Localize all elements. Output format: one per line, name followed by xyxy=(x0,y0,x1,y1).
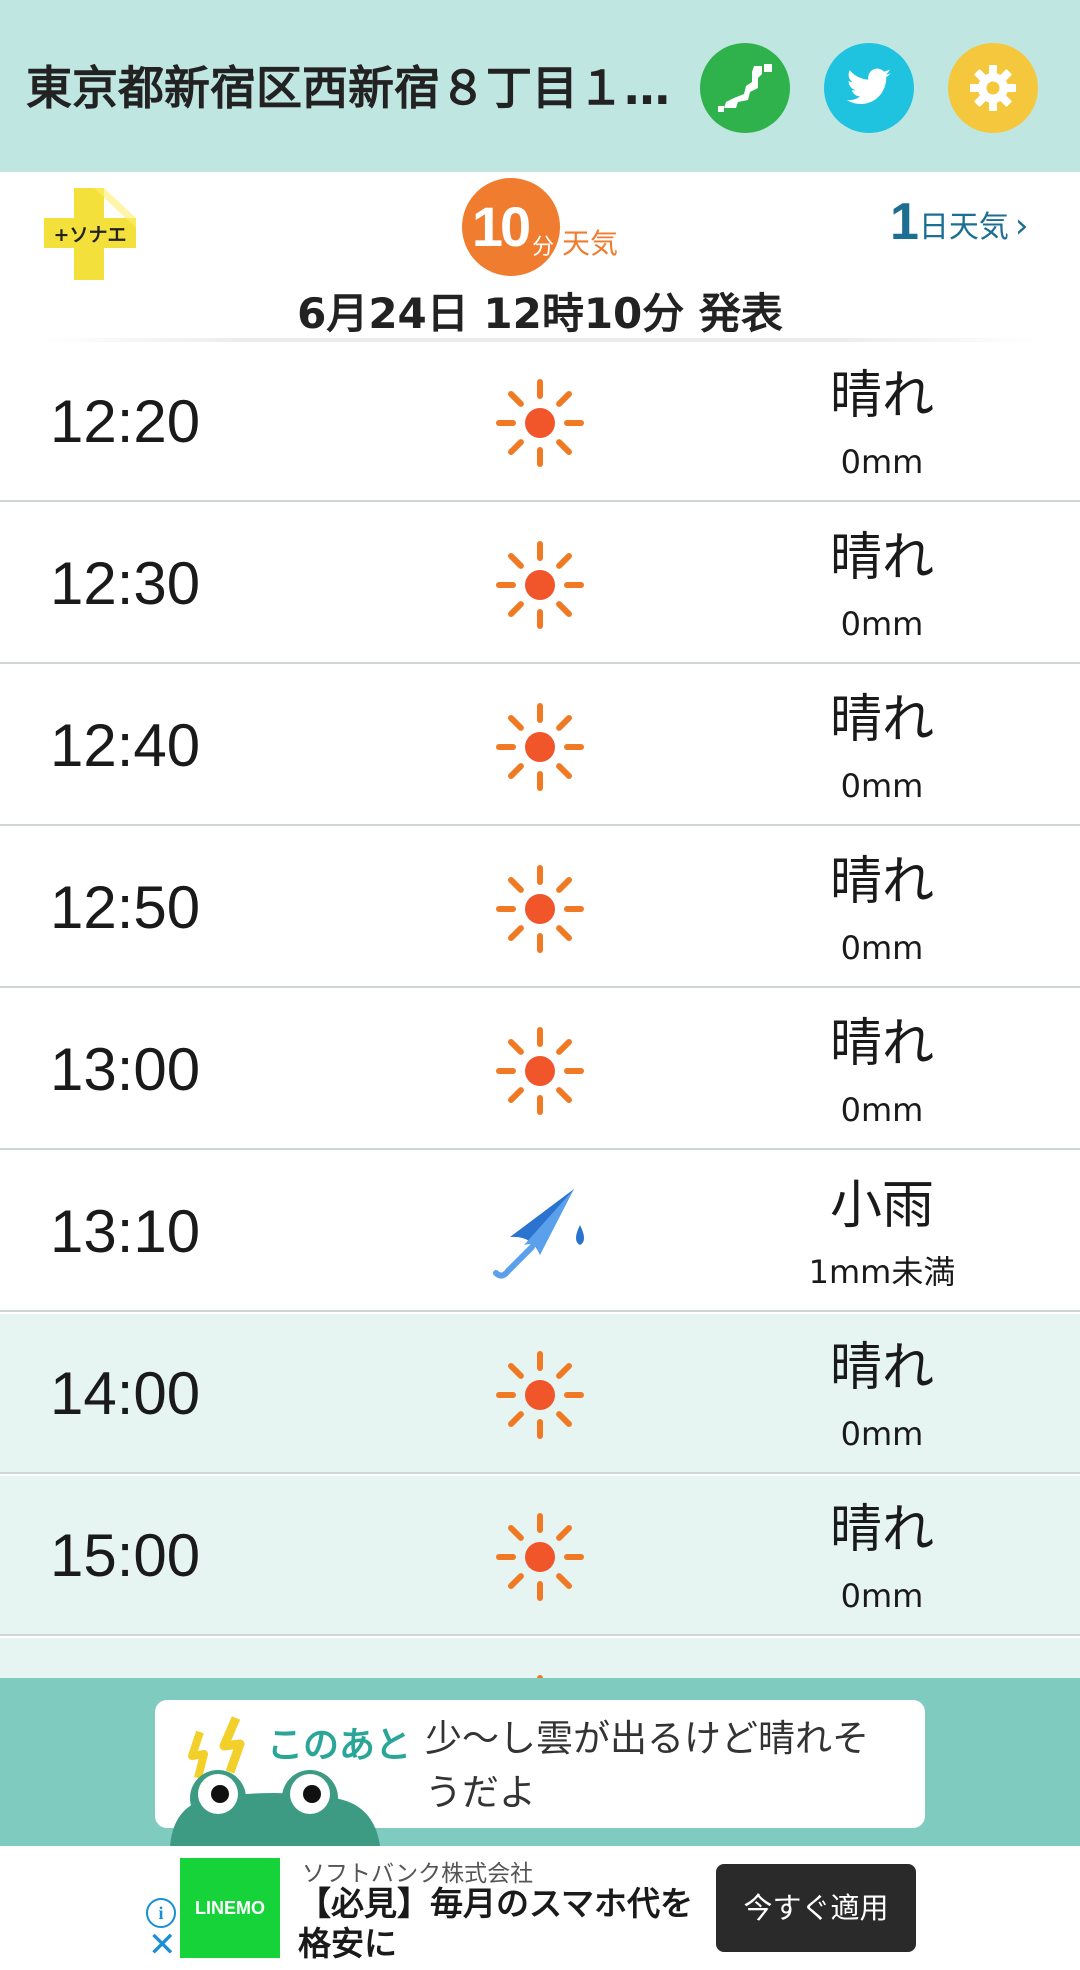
forecast-condition: 晴れ xyxy=(829,852,934,912)
forecast-precipitation: 0mm xyxy=(840,443,924,481)
forecast-precipitation: 0mm xyxy=(840,1091,924,1129)
forecast-precipitation: 0mm xyxy=(840,1577,924,1615)
app-header: 東京都新宿区西新宿８丁目１… xyxy=(0,0,1080,172)
gear-icon xyxy=(970,65,1016,111)
forecast-time: 13:00 xyxy=(50,1036,201,1103)
forecast-precipitation: 1mm未満 xyxy=(808,1253,956,1291)
sun-icon xyxy=(492,1023,588,1119)
forecast-row: 12:40 晴れ 0mm xyxy=(0,666,1080,826)
location-title[interactable]: 東京都新宿区西新宿８丁目１… xyxy=(26,48,696,128)
forecast-condition: 小雨 xyxy=(829,1176,934,1236)
badge-suffix: 天気 xyxy=(562,227,619,260)
badge-unit: 分 xyxy=(532,234,555,259)
ten-minute-badge: 10 分 xyxy=(462,178,560,276)
forecast-row: 13:10 小雨 1mm未満 xyxy=(0,1152,1080,1312)
forecast-condition: 晴れ xyxy=(829,366,934,426)
forecast-time: 14:00 xyxy=(50,1360,201,1427)
sun-icon xyxy=(492,537,588,633)
settings-button[interactable] xyxy=(948,43,1038,133)
forecast-condition: 晴れ xyxy=(829,1500,934,1560)
ad-cta-button[interactable]: 今すぐ適用 xyxy=(716,1864,916,1952)
forecast-condition: 晴れ xyxy=(829,528,934,588)
ad-info-icon[interactable]: i xyxy=(146,1898,176,1928)
chevron-right-icon: › xyxy=(1014,206,1029,246)
twitter-button[interactable] xyxy=(824,43,914,133)
one-day-label: 日天気 xyxy=(918,210,1009,245)
ad-headline[interactable]: 【必見】毎月のスマホ代を格安に xyxy=(298,1884,698,1964)
sun-icon xyxy=(492,1509,588,1605)
forecast-row xyxy=(0,1638,1080,1678)
forecast-time: 13:10 xyxy=(50,1198,201,1265)
forecast-row: 15:00 晴れ 0mm xyxy=(0,1476,1080,1636)
one-day-number: 1 xyxy=(890,193,919,251)
forecast-row: 14:00 晴れ 0mm xyxy=(0,1314,1080,1474)
sun-icon xyxy=(492,699,588,795)
frog-mascot-icon xyxy=(170,1716,380,1846)
close-icon[interactable]: ✕ xyxy=(148,1928,177,1962)
sonae-logo-text: +ソナエ xyxy=(54,224,127,246)
forecast-precipitation: 0mm xyxy=(840,929,924,967)
forecast-precipitation: 0mm xyxy=(840,1415,924,1453)
forecast-time: 12:40 xyxy=(50,712,201,779)
ad-sponsor: ソフトバンク株式会社 xyxy=(302,1861,534,1887)
umbrella-rain-icon xyxy=(492,1185,588,1281)
comment-message: 少〜し雲が出るけど晴れそうだよ xyxy=(425,1717,869,1814)
forecast-time: 12:30 xyxy=(50,550,201,617)
forecast-precipitation: 0mm xyxy=(840,767,924,805)
sun-icon xyxy=(492,1671,588,1678)
ad-logo[interactable]: LINEMO xyxy=(180,1858,280,1958)
twitter-bird-icon xyxy=(846,68,891,104)
forecast-condition: 晴れ xyxy=(829,1338,934,1398)
forecast-row: 12:50 晴れ 0mm xyxy=(0,828,1080,988)
sun-icon xyxy=(492,375,588,471)
sonae-logo[interactable]: +ソナエ xyxy=(44,188,136,280)
announcement-time: 6月24日 12時10分 発表 xyxy=(297,289,783,338)
forecast-row: 13:00 晴れ 0mm xyxy=(0,990,1080,1150)
forecast-row: 12:20 晴れ 0mm xyxy=(0,342,1080,502)
forecast-row: 12:30 晴れ 0mm xyxy=(0,504,1080,664)
one-day-forecast-link[interactable]: 1日天気 › xyxy=(890,192,1029,251)
japan-map-icon xyxy=(718,64,772,112)
forecast-condition: 晴れ xyxy=(829,690,934,750)
forecast-list[interactable]: 12:20 晴れ 0mm 12:30 晴れ 0mm 12:40 晴れ 0mm 12:50 晴れ 0mm… xyxy=(0,342,1080,1678)
badge-number: 10 xyxy=(471,195,531,258)
map-button[interactable] xyxy=(700,43,790,133)
sun-icon xyxy=(492,861,588,957)
sun-icon xyxy=(492,1347,588,1443)
forecast-precipitation: 0mm xyxy=(840,605,924,643)
forecast-condition: 晴れ xyxy=(829,1014,934,1074)
forecast-time: 12:20 xyxy=(50,388,201,455)
forecast-time: 15:00 xyxy=(50,1522,201,1589)
forecast-time: 12:50 xyxy=(50,874,201,941)
